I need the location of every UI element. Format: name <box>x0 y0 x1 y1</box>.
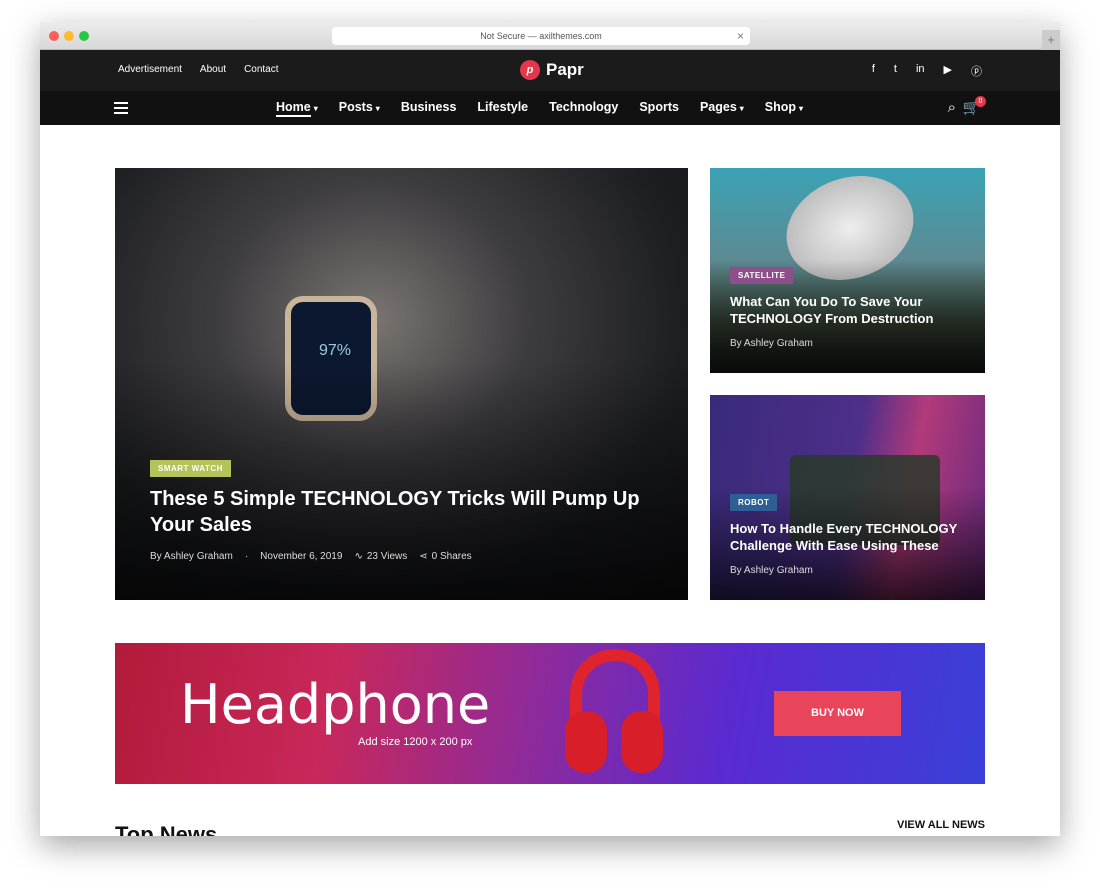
site-logo[interactable]: p Papr <box>520 60 584 80</box>
side-post[interactable]: SATELLITE What Can You Do To Save Your T… <box>710 168 985 373</box>
nav-home[interactable]: Home ▾ <box>276 100 318 117</box>
facebook-icon[interactable]: f <box>872 63 875 79</box>
minimize-window-button[interactable] <box>64 31 74 41</box>
post-author[interactable]: By Ashley Graham <box>730 338 813 349</box>
post-views: 23 Views <box>366 551 408 562</box>
nav-business[interactable]: Business <box>401 100 457 114</box>
close-window-button[interactable] <box>49 31 59 41</box>
post-title[interactable]: What Can You Do To Save Your TECHNOLOGY … <box>730 294 970 328</box>
cart-icon[interactable]: 🛒 0 <box>963 96 986 116</box>
side-post[interactable]: ROBOT How To Handle Every TECHNOLOGY Cha… <box>710 395 985 600</box>
hamburger-menu-icon[interactable] <box>114 102 128 114</box>
nav-lifestyle[interactable]: Lifestyle <box>477 100 528 114</box>
post-shares: 0 Shares <box>431 551 472 562</box>
browser-window: Not Secure — axilthemes.com × + Advertise… <box>40 22 1060 836</box>
youtube-icon[interactable]: ▶ <box>944 63 952 79</box>
hero-post[interactable]: 97% SMART WATCH These 5 Simple TECHNOLOG… <box>115 168 688 600</box>
share-icon: ⋖ <box>419 551 428 562</box>
nav-technology[interactable]: Technology <box>549 100 618 114</box>
browser-titlebar: Not Secure — axilthemes.com × + <box>40 22 1060 50</box>
url-text: Not Secure — axilthemes.com <box>480 31 602 41</box>
nav-shop-label: Shop <box>764 100 797 114</box>
headphone-image <box>565 649 665 779</box>
banner-title: Headphone <box>180 673 491 736</box>
nav-home-label: Home <box>276 100 311 117</box>
banner-subtitle: Add size 1200 x 200 px <box>358 736 473 748</box>
post-author[interactable]: By Ashley Graham <box>730 565 813 576</box>
chevron-down-icon: ▾ <box>313 104 318 113</box>
ad-banner[interactable]: Headphone Add size 1200 x 200 px BUY NOW <box>115 643 985 784</box>
post-author[interactable]: By Ashley Graham <box>150 551 233 562</box>
section-title: Top News <box>115 822 218 836</box>
view-all-news-link[interactable]: VIEW ALL NEWS <box>897 819 985 832</box>
chevron-down-icon: ▾ <box>739 104 744 113</box>
category-tag[interactable]: SMART WATCH <box>150 460 231 477</box>
category-tag[interactable]: SATELLITE <box>730 267 794 284</box>
chevron-down-icon: ▾ <box>375 104 380 113</box>
link-advertisement[interactable]: Advertisement <box>118 64 182 75</box>
new-tab-button[interactable]: + <box>1042 30 1060 50</box>
nav-shop[interactable]: Shop ▾ <box>765 100 803 114</box>
buy-now-button[interactable]: BUY NOW <box>774 691 901 736</box>
search-icon[interactable]: ⌕ <box>948 99 956 116</box>
close-icon[interactable]: × <box>737 27 744 45</box>
nav-posts[interactable]: Posts ▾ <box>339 100 380 114</box>
nav-pages-label: Pages <box>699 100 737 114</box>
chevron-down-icon: ▾ <box>799 104 804 113</box>
twitter-icon[interactable]: t <box>894 63 897 79</box>
post-title[interactable]: These 5 Simple TECHNOLOGY Tricks Will Pu… <box>150 486 650 538</box>
logo-icon: p <box>520 60 540 80</box>
nav-pages[interactable]: Pages ▾ <box>700 100 744 114</box>
nav-sports[interactable]: Sports <box>639 100 679 114</box>
views-icon: ∿ <box>354 551 363 562</box>
separator: · <box>244 551 249 562</box>
main-nav: Home ▾ Posts ▾ Business Lifestyle Technolo… <box>40 91 1060 125</box>
maximize-window-button[interactable] <box>79 31 89 41</box>
pinterest-icon[interactable]: ⓟ <box>971 63 982 79</box>
top-bar: Advertisement About Contact p Papr f t in… <box>40 50 1060 91</box>
cart-count-badge: 0 <box>975 96 986 107</box>
nav-posts-label: Posts <box>338 100 373 114</box>
link-contact[interactable]: Contact <box>244 64 278 75</box>
category-tag[interactable]: ROBOT <box>730 494 778 511</box>
linkedin-icon[interactable]: in <box>916 63 925 79</box>
post-title[interactable]: How To Handle Every TECHNOLOGY Challenge… <box>730 521 980 555</box>
address-bar[interactable]: Not Secure — axilthemes.com × <box>332 27 750 45</box>
post-date: November 6, 2019 <box>260 551 343 562</box>
link-about[interactable]: About <box>200 64 226 75</box>
logo-text: Papr <box>546 60 584 79</box>
